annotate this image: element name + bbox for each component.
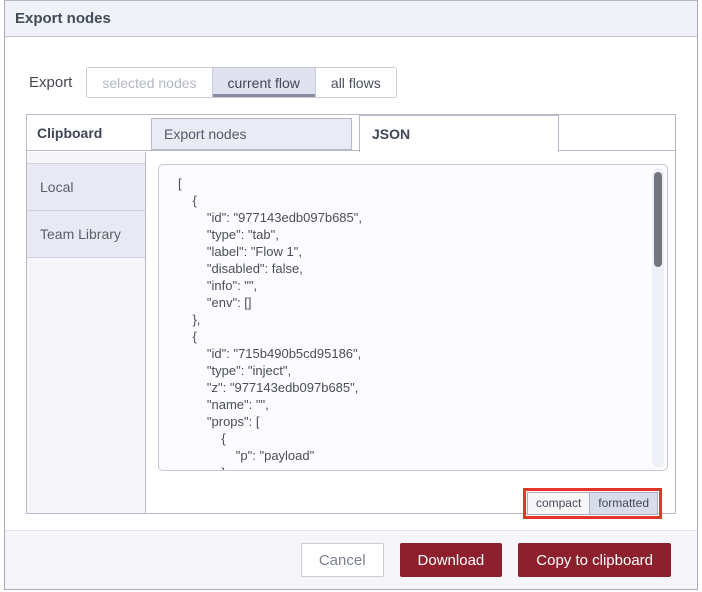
export-scope-row: Export selected nodes current flow all f… <box>29 67 397 98</box>
dialog-title: Export nodes <box>15 10 111 27</box>
json-editor-content: [ { "id": "977143edb097b685", "type": "t… <box>178 176 362 470</box>
export-scope-label: Export <box>29 74 73 91</box>
sidebar-item-team-library[interactable]: Team Library <box>27 211 145 258</box>
cancel-button[interactable]: Cancel <box>300 543 384 577</box>
download-button[interactable]: Download <box>399 543 503 577</box>
dialog-footer: Cancel Download Copy to clipboard <box>5 530 697 589</box>
sidebar-item-local[interactable]: Local <box>27 164 145 211</box>
copy-to-clipboard-button[interactable]: Copy to clipboard <box>518 543 671 577</box>
json-main-area: [ { "id": "977143edb097b685", "type": "t… <box>146 152 675 519</box>
dialog-header: Export nodes <box>5 1 697 37</box>
annotation-highlight-box: compact formatted <box>522 488 662 519</box>
editor-scrollbar-track[interactable] <box>652 168 664 467</box>
format-toggle-group: compact formatted <box>526 492 658 515</box>
export-panel: Clipboard Export nodes JSON Local Team L… <box>26 114 676 519</box>
export-scope-all-flows-button[interactable]: all flows <box>314 68 396 97</box>
tab-clipboard[interactable]: Clipboard <box>37 115 102 151</box>
export-scope-current-flow-button[interactable]: current flow <box>211 68 315 97</box>
tab-json[interactable]: JSON <box>359 115 559 152</box>
export-scope-segmented-control: selected nodes current flow all flows <box>86 67 397 98</box>
export-nodes-dialog: Export nodes Export selected nodes curre… <box>4 0 698 590</box>
format-formatted-button[interactable]: formatted <box>589 493 657 514</box>
tab-export-nodes[interactable]: Export nodes <box>151 118 352 150</box>
panel-content: Local Team Library [ { "id": "977143edb0… <box>27 152 675 519</box>
json-editor[interactable]: [ { "id": "977143edb097b685", "type": "t… <box>158 164 668 471</box>
format-compact-button[interactable]: compact <box>527 493 590 514</box>
editor-scrollbar-thumb[interactable] <box>654 172 662 267</box>
export-scope-selected-nodes-button[interactable]: selected nodes <box>87 68 212 97</box>
library-sidebar: Local Team Library <box>27 152 146 513</box>
tab-row: Clipboard Export nodes JSON <box>27 115 675 152</box>
library-sidebar-items: Local Team Library <box>27 163 145 258</box>
